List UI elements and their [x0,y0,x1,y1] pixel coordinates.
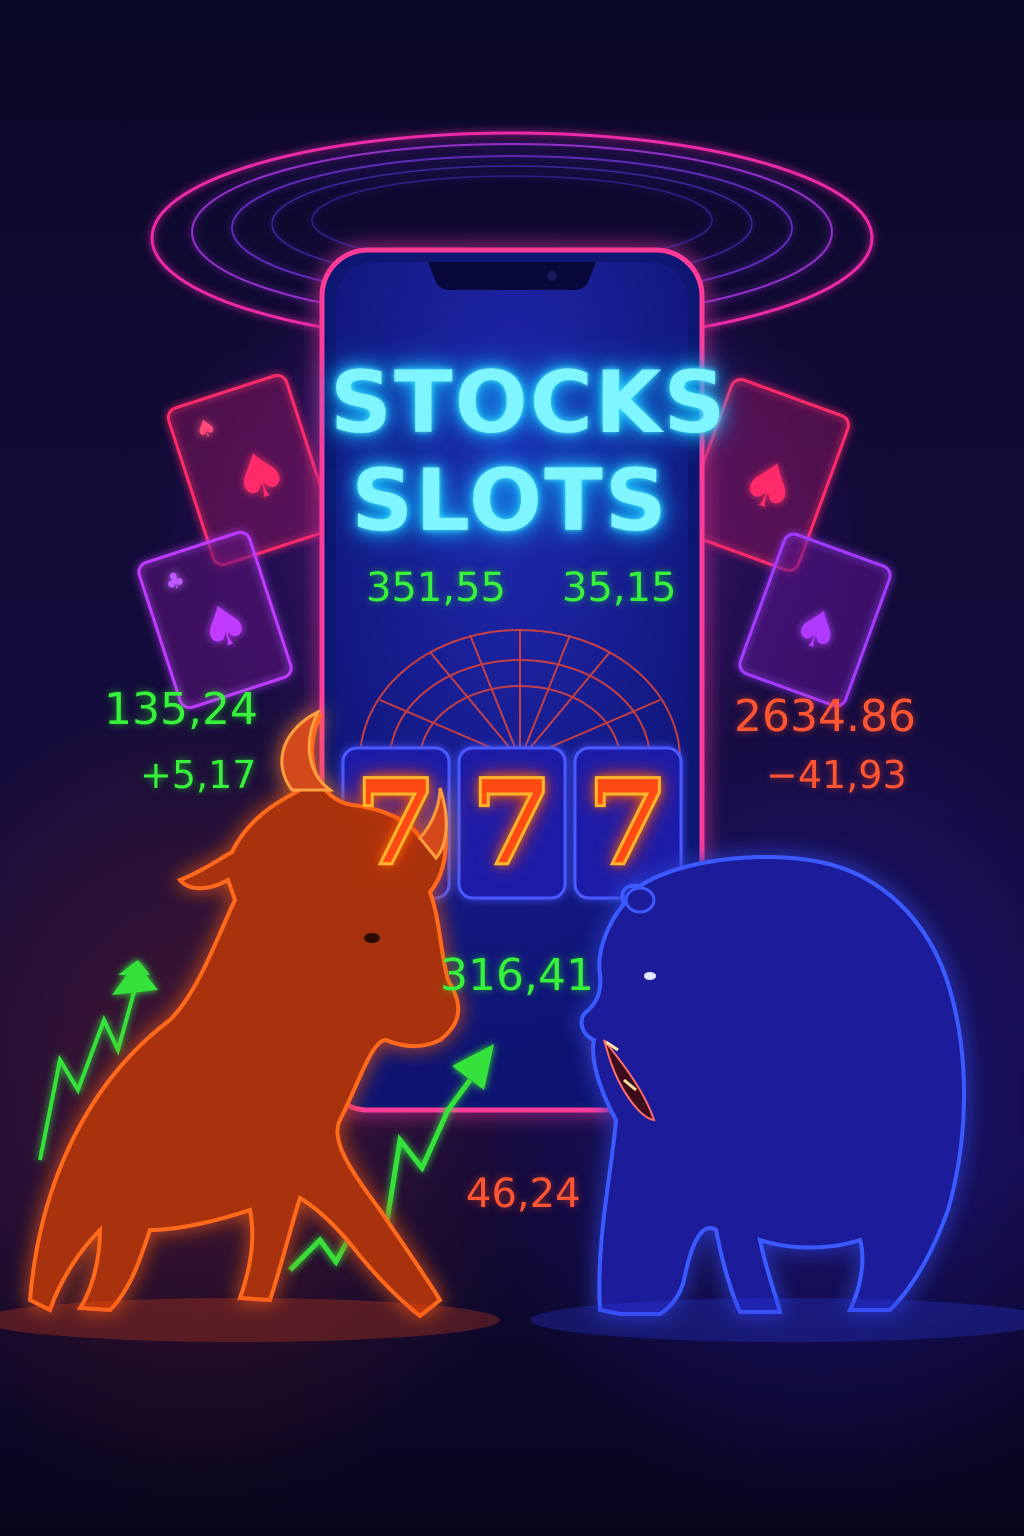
trend-arrow-left-head-icon [112,962,158,995]
phone-price-left: 351,55 [366,565,506,611]
right-ticker-price: 2634.86 [734,691,916,742]
bear-illustration [579,854,966,1316]
slot-reel-1: 7 [353,753,438,892]
title-line-1: STOCKS [330,353,728,453]
slot-reel-3: 7 [585,753,670,892]
phone-notch [428,262,596,290]
bull-ground-glow [0,1298,500,1342]
left-ticker-price: 135,24 [104,684,258,735]
title-line-2: SLOTS [351,451,669,551]
camera-icon [547,271,557,281]
phone-price-right: 35,15 [562,565,677,611]
poster: ♠ ♠ ♣ ♠ ♠ ♠ STOCKS SLOTS 351,55 35,15 7 … [0,0,1024,1536]
right-ticker-change: −41,93 [766,753,907,797]
center-value-upper: 316,41 [440,950,594,1001]
center-value-lower: 46,24 [466,1171,581,1217]
slot-reel-2: 7 [469,753,554,892]
left-ticker-change: +5,17 [140,753,257,797]
